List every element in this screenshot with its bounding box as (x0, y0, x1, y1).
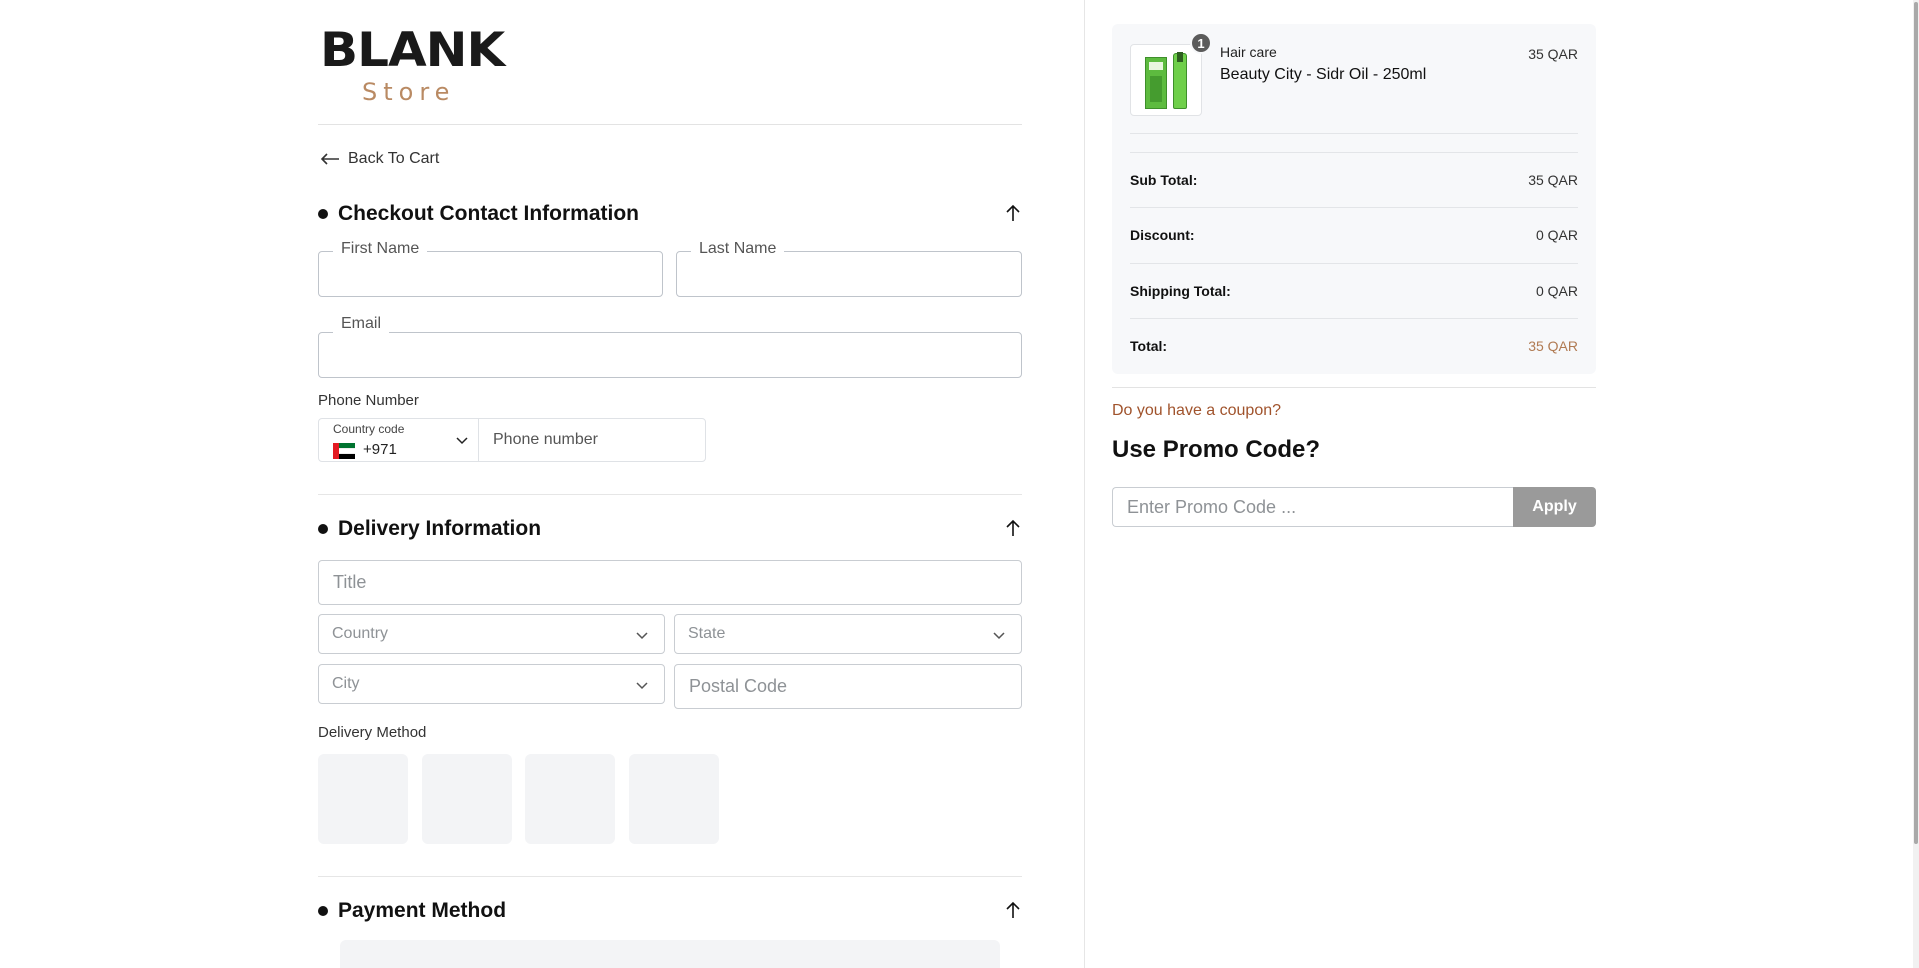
contact-section-header[interactable]: Checkout Contact Information (318, 199, 1022, 229)
delivery-section-title: Delivery Information (338, 517, 542, 540)
arrow-up-icon[interactable] (1004, 203, 1022, 223)
country-code-caption: Country code (333, 422, 405, 436)
uae-flag-icon (333, 443, 355, 460)
total-label: Total: (1130, 338, 1168, 354)
postal-code-input[interactable] (674, 664, 1022, 709)
quantity-badge: 1 (1190, 32, 1212, 54)
first-name-label: First Name (333, 240, 428, 258)
product-box-image (1145, 57, 1167, 109)
phone-input-group: Country code +971 (318, 418, 706, 462)
shipping-row: Shipping Total: 0 QAR (1130, 281, 1578, 301)
store-logo[interactable]: BLANK Store (320, 22, 505, 108)
state-select[interactable]: State (674, 614, 1022, 654)
logo-wordmark: BLANK (320, 22, 505, 78)
state-placeholder: State (688, 625, 726, 642)
contact-section-title: Checkout Contact Information (338, 202, 640, 225)
summary-divider (1130, 207, 1578, 208)
back-to-cart-link[interactable]: Back To Cart (320, 150, 439, 168)
email-field[interactable]: Email (318, 315, 1022, 378)
coupon-question-link[interactable]: Do you have a coupon? (1112, 402, 1281, 420)
delivery-method-option[interactable] (629, 754, 719, 844)
section-bullet (318, 906, 328, 916)
shipping-value: 0 QAR (1535, 283, 1578, 299)
section-divider (318, 494, 1022, 495)
back-to-cart-label: Back To Cart (348, 150, 440, 167)
subtotal-row: Sub Total: 35 QAR (1130, 170, 1578, 190)
apply-promo-button[interactable]: Apply (1513, 487, 1596, 527)
total-row: Total: 35 QAR (1130, 336, 1578, 356)
order-summary: 1 Hair care Beauty City - Sidr Oil - 250… (1112, 24, 1596, 374)
payment-section-header[interactable]: Payment Method (318, 896, 1022, 926)
summary-divider (1130, 263, 1578, 264)
delivery-section-header[interactable]: Delivery Information (318, 514, 1022, 544)
summary-divider (1130, 318, 1578, 319)
phone-label: Phone Number (318, 392, 419, 409)
arrow-left-icon (320, 153, 339, 165)
product-category: Hair care (1220, 44, 1277, 60)
payment-method-placeholder[interactable] (340, 940, 1000, 968)
delivery-method-option[interactable] (318, 754, 408, 844)
product-bottle-image (1173, 52, 1187, 109)
phone-number-input[interactable] (479, 419, 705, 461)
discount-row: Discount: 0 QAR (1130, 225, 1578, 245)
country-code-select[interactable]: Country code +971 (319, 419, 479, 461)
payment-section-title: Payment Method (338, 899, 507, 922)
checkout-form: BLANK Store Back To Cart Checkout Contac… (318, 0, 1022, 968)
product-image[interactable] (1130, 44, 1202, 116)
delivery-method-option[interactable] (525, 754, 615, 844)
product-name: Beauty City - Sidr Oil - 250ml (1220, 66, 1427, 83)
column-divider (1084, 0, 1085, 968)
address-title-input[interactable] (318, 560, 1022, 605)
email-label: Email (333, 315, 390, 333)
summary-divider (1130, 133, 1578, 134)
promo-title: Use Promo Code? (1112, 436, 1321, 463)
last-name-field[interactable]: Last Name (676, 240, 1022, 297)
city-select[interactable]: City (318, 664, 665, 704)
chevron-down-icon (993, 632, 1005, 640)
promo-code-input[interactable] (1112, 487, 1513, 527)
first-name-field[interactable]: First Name (318, 240, 663, 297)
arrow-up-icon[interactable] (1004, 518, 1022, 538)
last-name-label: Last Name (691, 240, 785, 258)
chevron-down-icon (456, 437, 468, 445)
logo-subtitle: Store (362, 78, 456, 106)
header-divider (318, 124, 1022, 125)
arrow-up-icon[interactable] (1004, 900, 1022, 920)
chevron-down-icon (636, 632, 648, 640)
discount-value: 0 QAR (1535, 227, 1578, 243)
country-placeholder: Country (332, 625, 389, 642)
delivery-method-option[interactable] (422, 754, 512, 844)
section-bullet (318, 524, 328, 534)
delivery-method-label: Delivery Method (318, 724, 427, 741)
subtotal-label: Sub Total: (1130, 172, 1198, 188)
section-bullet (318, 209, 328, 219)
section-divider (318, 876, 1022, 877)
scrollbar-thumb[interactable] (1914, 2, 1918, 844)
total-value: 35 QAR (1528, 338, 1578, 354)
country-code-value: +971 (363, 441, 397, 458)
product-price: 35 QAR (1528, 46, 1578, 62)
chevron-down-icon (636, 682, 648, 690)
city-placeholder: City (332, 675, 360, 692)
promo-code-group: Apply (1112, 487, 1596, 527)
country-select[interactable]: Country (318, 614, 665, 654)
summary-bottom-divider (1112, 387, 1596, 388)
subtotal-value: 35 QAR (1528, 172, 1578, 188)
summary-divider (1130, 152, 1578, 153)
discount-label: Discount: (1130, 227, 1195, 243)
shipping-label: Shipping Total: (1130, 283, 1231, 299)
scrollbar-track[interactable] (1913, 0, 1919, 968)
